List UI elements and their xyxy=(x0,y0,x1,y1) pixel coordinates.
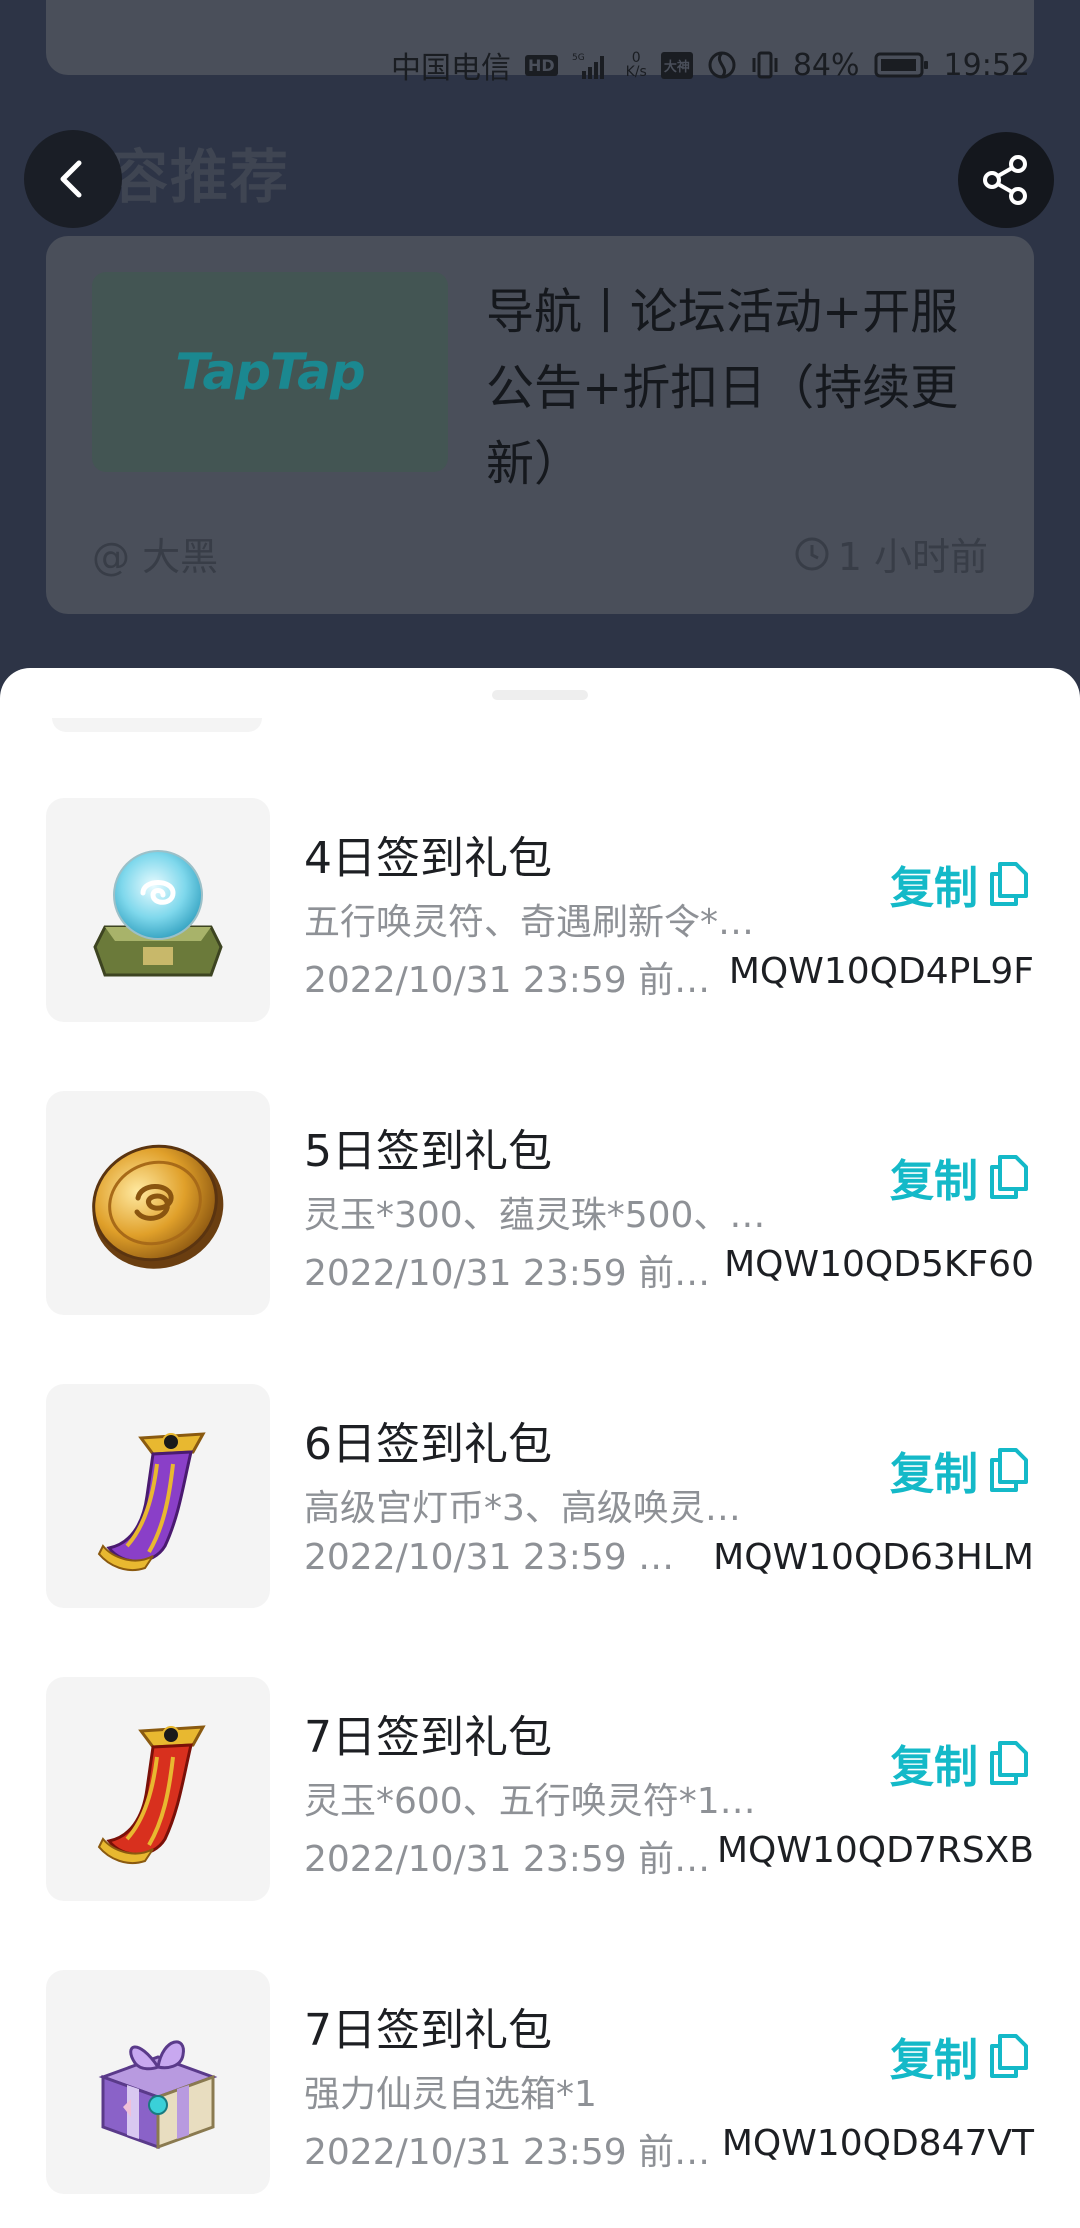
status-bar: 中国电信 HD 5G 0 K/s 大神 84% 19:52 xyxy=(0,40,1080,90)
gift-icon-container xyxy=(46,1970,270,2194)
gift-code: MQW10QD847VT xyxy=(721,2123,1034,2164)
network-speed-value: 0 xyxy=(631,50,641,66)
share-button[interactable] xyxy=(958,132,1054,228)
gift-item: 4日签到礼包 五行唤灵符、奇遇刷新令*… 2022/10/31 23:59 前…… xyxy=(0,798,1080,1091)
article-author: @ 大黑 xyxy=(92,535,219,579)
copy-icon xyxy=(990,862,1028,906)
globe-icon xyxy=(707,50,737,80)
gift-icon-container xyxy=(46,798,270,1022)
copy-button[interactable]: 复制 xyxy=(890,2024,1028,2088)
gift-item: 7日签到礼包 灵玉*600、五行唤灵符*1… 2022/10/31 23:59 … xyxy=(0,1677,1080,1970)
gift-description: 高级宫灯币*3、高级唤灵… xyxy=(304,1488,741,1529)
battery-percent: 84% xyxy=(792,47,860,83)
signal-icon: 5G xyxy=(572,51,612,79)
crystal-orb-icon xyxy=(93,850,223,977)
gift-description: 强力仙灵自选箱*1 xyxy=(304,2074,597,2115)
gift-code: MQW10QD63HLM xyxy=(713,1537,1034,1578)
gift-title: 7日签到礼包 xyxy=(304,1712,552,1763)
copy-button[interactable]: 复制 xyxy=(890,1731,1028,1795)
network-speed: 0 K/s xyxy=(626,51,647,79)
network-type-label: 5G xyxy=(572,53,585,63)
article-thumbnail: TapTap xyxy=(92,272,448,472)
gift-item: 5日签到礼包 灵玉*300、蕴灵珠*500、… 2022/10/31 23:59… xyxy=(0,1091,1080,1384)
gift-code: MQW10QD5KF60 xyxy=(724,1244,1034,1285)
gift-icon-container xyxy=(46,1384,270,1608)
battery-icon xyxy=(874,50,930,80)
gift-item: 6日签到礼包 高级宫灯币*3、高级唤灵… 2022/10/31 23:59 … … xyxy=(0,1384,1080,1677)
gift-code: MQW10QD7RSXB xyxy=(717,1830,1034,1871)
previous-gift-icon-edge xyxy=(52,718,262,732)
gift-list: 4日签到礼包 五行唤灵符、奇遇刷新令*… 2022/10/31 23:59 前…… xyxy=(0,798,1080,2228)
gift-title: 7日签到礼包 xyxy=(304,2005,552,2056)
background-page: 中国电信 HD 5G 0 K/s 大神 84% 19:52 内容推荐 TapTa… xyxy=(0,0,1080,700)
red-scroll-icon xyxy=(97,1725,206,1865)
article-time: 1 小时前 xyxy=(794,526,988,581)
gift-description: 五行唤灵符、奇遇刷新令*… xyxy=(304,902,755,943)
copy-button[interactable]: 复制 xyxy=(890,852,1028,916)
gift-icon-container xyxy=(46,1091,270,1315)
taptap-logo: TapTap xyxy=(175,343,365,401)
chevron-left-icon xyxy=(60,160,82,198)
copy-icon xyxy=(990,1741,1028,1785)
app-notification-icon: 大神 xyxy=(660,51,693,79)
drag-handle[interactable] xyxy=(492,690,588,700)
gift-title: 5日签到礼包 xyxy=(304,1126,552,1177)
gift-item: 7日签到礼包 强力仙灵自选箱*1 2022/10/31 23:59 前… MQW… xyxy=(0,1970,1080,2228)
gift-title: 4日签到礼包 xyxy=(304,833,552,884)
carrier-label: 中国电信 xyxy=(390,51,511,86)
copy-icon xyxy=(990,1448,1028,1492)
copy-button[interactable]: 复制 xyxy=(890,1145,1028,1209)
gift-code: MQW10QD4PL9F xyxy=(728,951,1034,992)
clock: 19:52 xyxy=(943,47,1030,83)
copy-icon xyxy=(990,2034,1028,2078)
copy-label: 复制 xyxy=(890,863,978,914)
copy-label: 复制 xyxy=(890,1449,978,1500)
vibrate-icon xyxy=(751,50,779,80)
gift-expiry-date: 2022/10/31 23:59 前… xyxy=(304,2132,711,2173)
copy-button[interactable]: 复制 xyxy=(890,1438,1028,1502)
gift-title: 6日签到礼包 xyxy=(304,1419,552,1470)
article-time-label: 1 小时前 xyxy=(837,535,988,579)
gold-coin-icon xyxy=(92,1144,224,1269)
purple-scroll-icon xyxy=(97,1432,206,1572)
gift-expiry-date: 2022/10/31 23:59 前… xyxy=(304,960,711,1001)
copy-icon xyxy=(990,1155,1028,1199)
copy-label: 复制 xyxy=(890,1742,978,1793)
back-button[interactable] xyxy=(24,130,122,228)
hd-icon: HD xyxy=(524,54,558,76)
gift-expiry-date: 2022/10/31 23:59 前… xyxy=(304,1253,711,1294)
gift-description: 灵玉*300、蕴灵珠*500、… xyxy=(304,1195,766,1236)
copy-label: 复制 xyxy=(890,1156,978,1207)
share-icon xyxy=(983,155,1027,205)
gift-icon-container xyxy=(46,1677,270,1901)
gift-bottom-sheet: 4日签到礼包 五行唤灵符、奇遇刷新令*… 2022/10/31 23:59 前…… xyxy=(0,668,1080,2228)
gift-description: 灵玉*600、五行唤灵符*1… xyxy=(304,1781,756,1822)
article-title: 导航丨论坛活动+开服公告+折扣日（持续更新） xyxy=(486,284,959,492)
clock-icon xyxy=(795,537,829,570)
gift-expiry-date: 2022/10/31 23:59 前… xyxy=(304,1839,711,1880)
article-card[interactable]: TapTap 导航丨论坛活动+开服公告+折扣日（持续更新） @ 大黑 1 小时前 xyxy=(46,236,1034,614)
copy-label: 复制 xyxy=(890,2035,978,2086)
gift-box-icon xyxy=(98,2040,218,2150)
gift-expiry-date: 2022/10/31 23:59 … xyxy=(304,1537,675,1578)
network-speed-unit: K/s xyxy=(625,64,647,80)
